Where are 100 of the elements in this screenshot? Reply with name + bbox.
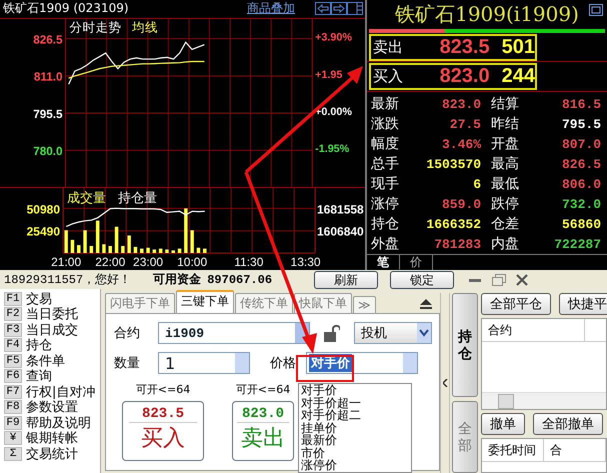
axis-label: 1681558 [317, 202, 364, 216]
stat-label: 现手 [371, 175, 400, 193]
axis-label: 795.5 [33, 108, 63, 121]
time-label: 13:30 [290, 255, 321, 269]
overlay-link[interactable]: 商品叠加 [247, 0, 295, 18]
hedge-select[interactable]: 投机 [354, 322, 432, 344]
menu-item[interactable]: F3 当日成交 [0, 322, 100, 338]
menu-item[interactable]: F8 参数设置 [0, 400, 100, 415]
time-label: 22:00 [95, 255, 126, 269]
order-tab[interactable]: 快鼠下单 [294, 293, 352, 313]
axis-label: +1.95 [315, 68, 342, 80]
stat-value: 722287 [553, 236, 601, 252]
stat-label: 涨跌 [371, 115, 400, 133]
dropdown-option[interactable]: 市价 [299, 446, 411, 459]
menu-item[interactable]: F4 持仓 [0, 338, 100, 353]
header-button[interactable]: 刷新 [314, 270, 378, 288]
column-header: 合约 [482, 319, 585, 341]
dropdown-option[interactable]: 挂单价 [299, 422, 411, 434]
order-action-button[interactable]: 全部撤单 [533, 413, 603, 435]
stat-value: 1666352 [425, 216, 481, 232]
time-label: 11:30 [234, 255, 264, 269]
axis-label: -1.95% [315, 142, 350, 155]
field-label: 合约 [114, 325, 141, 342]
dropdown-option[interactable]: 对手价超一 [299, 396, 411, 409]
book-label: 卖出 [372, 38, 404, 57]
stat-label: 最新 [371, 95, 400, 113]
axis-label: +0.00% [315, 106, 352, 118]
stat-value: 27.5 [448, 116, 481, 132]
axis-label: 811.0 [34, 70, 63, 84]
funds-label: 可用资金 [153, 271, 202, 288]
funds-value: 897067.06 [207, 272, 272, 286]
stat-value: 1503570 [425, 156, 481, 172]
menu-item[interactable]: F9 帮助及说明 [0, 415, 100, 430]
quote-title: 铁矿石1909(i1909) [395, 0, 579, 28]
menu-item[interactable]: F1 交易 [0, 291, 100, 306]
stat-value: 795.5 [560, 116, 601, 132]
field-label: 数量 [114, 355, 141, 372]
stat-label: 总手 [371, 155, 400, 173]
menu-item[interactable]: F7 行权|自对冲 [0, 384, 100, 400]
book-volume: 501 [502, 36, 535, 59]
dropdown-option[interactable]: 涨停价 [299, 459, 411, 472]
position-button[interactable]: 快捷平 [559, 293, 607, 315]
time-label: 21:00 [51, 255, 82, 269]
menu-item[interactable]: F2 当日委托 [0, 306, 100, 322]
axis-label: +3.90% [315, 31, 352, 44]
order-tab[interactable]: 三键下单 [176, 290, 234, 313]
column-header: 合 [544, 439, 606, 461]
stat-value: 781283 [433, 236, 481, 252]
open-limit-text: 可开<=64 [136, 382, 190, 397]
legend-label: 成交量 [67, 191, 106, 206]
time-label: 23:00 [133, 255, 164, 269]
axis-label: 780.0 [33, 144, 63, 158]
legend-label: 持仓量 [118, 191, 157, 206]
stat-value: 826.5 [560, 156, 601, 172]
axis-label: 826.5 [33, 33, 63, 46]
quantity-spinner[interactable]: 1 [158, 352, 250, 374]
dropdown-option[interactable]: 对手价 [299, 384, 411, 396]
stat-label: 外盘 [371, 235, 400, 253]
menu-item[interactable]: Σ 交易统计 [0, 446, 100, 462]
stat-value: 806.0 [560, 176, 601, 192]
stat-value: 6 [472, 176, 481, 192]
header-button[interactable]: 锁定 [390, 270, 454, 288]
order-button[interactable]: 823.0 卖出 [232, 401, 294, 461]
instrument-title: 铁矿石1909 (023109) [3, 0, 129, 18]
position-button[interactable]: 全部平仓 [481, 293, 551, 315]
stat-label: 涨停 [371, 195, 400, 213]
open-limit-text: 可开<=64 [236, 382, 290, 397]
stat-label: 最低 [490, 175, 520, 193]
order-tab[interactable]: 传统下单 [235, 293, 293, 313]
tick-tab[interactable]: 价 [400, 255, 433, 270]
stat-label: 最高 [490, 155, 520, 173]
stat-label: 跌停 [490, 195, 520, 213]
axis-label: 50980 [26, 202, 60, 216]
stat-value: 732.0 [560, 196, 601, 212]
order-tab[interactable]: ≫ [353, 296, 376, 313]
menu-item[interactable]: F5 条件单 [0, 353, 100, 368]
stat-value: 3.46% [440, 136, 481, 152]
stat-label: 仓差 [490, 215, 520, 233]
book-price: 823.5 [438, 36, 490, 59]
axis-label: 25490 [26, 224, 60, 239]
dropdown-option[interactable]: 最新价 [299, 434, 411, 446]
stat-value: 807.0 [560, 136, 601, 152]
menu-item[interactable]: F6 查询 [0, 368, 100, 384]
order-action-button[interactable]: 撤单 [481, 413, 525, 435]
order-button[interactable]: 823.5 买入 [122, 401, 204, 461]
greeting-text: 18929311557，您好！ [4, 272, 132, 288]
menu-item[interactable]: ¥ 银期转帐 [0, 430, 100, 446]
dropdown-option[interactable]: 对手价超二 [299, 409, 411, 422]
contract-field[interactable]: i1909 [158, 322, 310, 344]
column-header: 委托时间 [482, 439, 544, 461]
order-tab[interactable]: 闪电手下单 [105, 293, 175, 313]
book-label: 买入 [372, 67, 404, 86]
time-label: 10:00 [177, 255, 208, 269]
book-price: 823.0 [438, 65, 490, 88]
stat-label: 持仓 [371, 215, 400, 233]
axis-label: 1606840 [317, 224, 364, 239]
stat-value: 823.0 [440, 96, 481, 112]
stat-label: 内盘 [490, 235, 520, 253]
stat-value: 816.5 [560, 96, 601, 112]
side-tab[interactable]: 持仓 [452, 293, 478, 397]
